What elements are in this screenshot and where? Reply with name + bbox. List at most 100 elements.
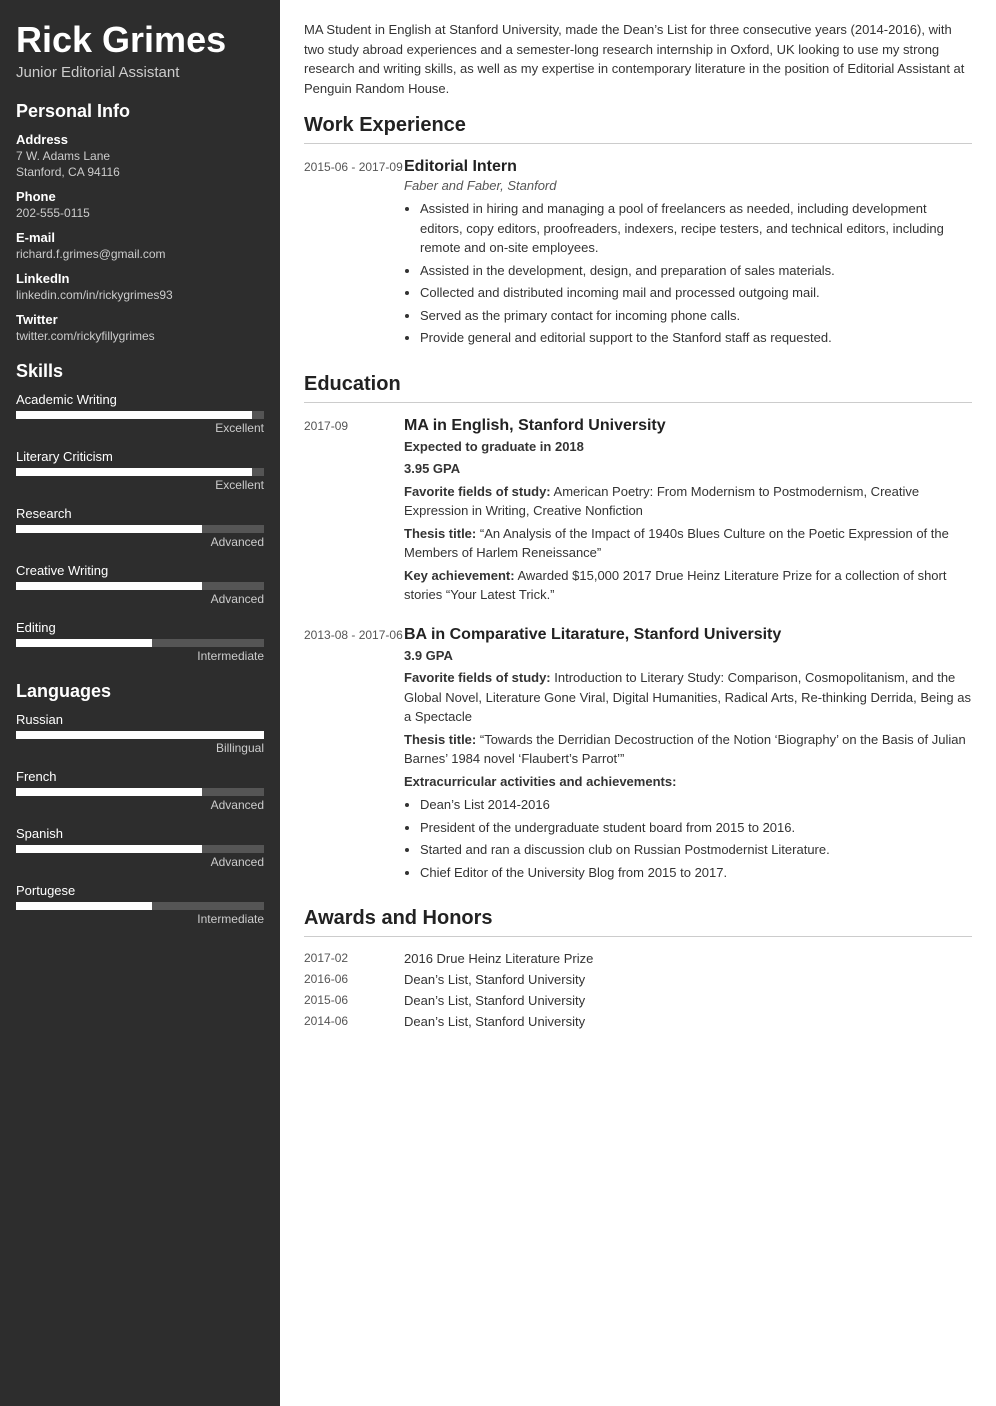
language-item: Portugese Intermediate xyxy=(16,883,264,926)
skill-level: Excellent xyxy=(16,478,264,492)
education-list: 2017-09 MA in English, Stanford Universi… xyxy=(304,417,972,886)
edu-thesis: Thesis title: “An Analysis of the Impact… xyxy=(404,524,972,563)
skill-item: Creative Writing Advanced xyxy=(16,563,264,606)
skill-item: Literary Criticism Excellent xyxy=(16,449,264,492)
edu-extracurricular-item: Started and ran a discussion club on Rus… xyxy=(420,840,972,860)
skill-level: Excellent xyxy=(16,421,264,435)
skill-item: Research Advanced xyxy=(16,506,264,549)
education-entry: 2017-09 MA in English, Stanford Universi… xyxy=(304,417,972,608)
edu-achievement: Key achievement: Awarded $15,000 2017 Dr… xyxy=(404,566,972,605)
award-row: 2017-02 2016 Drue Heinz Literature Prize xyxy=(304,951,972,966)
candidate-title: Junior Editorial Assistant xyxy=(16,64,264,81)
skill-bar-fill xyxy=(16,525,202,533)
skill-name: Creative Writing xyxy=(16,563,264,578)
skill-name: Literary Criticism xyxy=(16,449,264,464)
work-subtitle: Faber and Faber, Stanford xyxy=(404,178,972,193)
edu-date: 2013-08 - 2017-06 xyxy=(304,626,404,886)
award-date: 2015-06 xyxy=(304,993,404,1008)
language-name: French xyxy=(16,769,264,784)
language-level: Advanced xyxy=(16,855,264,869)
education-entry: 2013-08 - 2017-06 BA in Comparative Lita… xyxy=(304,626,972,886)
address-line1: 7 W. Adams Lane xyxy=(16,149,264,163)
language-bar-fill xyxy=(16,845,202,853)
work-experience-heading: Work Experience xyxy=(304,114,972,144)
address-line2: Stanford, CA 94116 xyxy=(16,165,264,179)
edu-thesis: Thesis title: “Towards the Derridian Dec… xyxy=(404,730,972,769)
awards-section: Awards and Honors 2017-02 2016 Drue Hein… xyxy=(304,907,972,1029)
main-content: MA Student in English at Stanford Univer… xyxy=(280,0,996,1406)
address-label: Address xyxy=(16,132,264,147)
work-bullet: Assisted in hiring and managing a pool o… xyxy=(420,199,972,258)
edu-title: MA in English, Stanford University xyxy=(404,417,972,435)
language-item: French Advanced xyxy=(16,769,264,812)
work-body: Editorial Intern Faber and Faber, Stanfo… xyxy=(404,158,972,351)
language-bar-fill xyxy=(16,788,202,796)
award-name: Dean’s List, Stanford University xyxy=(404,972,585,987)
email-value: richard.f.grimes@gmail.com xyxy=(16,247,264,261)
skill-name: Academic Writing xyxy=(16,392,264,407)
skill-bar-bg xyxy=(16,411,264,419)
edu-gpa: 3.95 GPA xyxy=(404,459,972,479)
skill-bar-bg xyxy=(16,582,264,590)
award-date: 2016-06 xyxy=(304,972,404,987)
edu-expected: Expected to graduate in 2018 xyxy=(404,437,972,457)
skills-heading: Skills xyxy=(16,361,264,382)
sidebar: Rick Grimes Junior Editorial Assistant P… xyxy=(0,0,280,1406)
skill-item: Academic Writing Excellent xyxy=(16,392,264,435)
award-name: Dean’s List, Stanford University xyxy=(404,1014,585,1029)
language-bar-bg xyxy=(16,902,264,910)
education-section: Education 2017-09 MA in English, Stanfor… xyxy=(304,373,972,886)
language-level: Advanced xyxy=(16,798,264,812)
personal-info-heading: Personal Info xyxy=(16,101,264,122)
skill-level: Advanced xyxy=(16,535,264,549)
language-name: Portugese xyxy=(16,883,264,898)
skill-bar-fill xyxy=(16,468,252,476)
phone-label: Phone xyxy=(16,189,264,204)
award-date: 2017-02 xyxy=(304,951,404,966)
languages-heading: Languages xyxy=(16,681,264,702)
award-row: 2014-06 Dean’s List, Stanford University xyxy=(304,1014,972,1029)
skill-bar-bg xyxy=(16,468,264,476)
summary-text: MA Student in English at Stanford Univer… xyxy=(304,20,972,98)
linkedin-label: LinkedIn xyxy=(16,271,264,286)
skill-bar-bg xyxy=(16,525,264,533)
skill-name: Editing xyxy=(16,620,264,635)
work-entry: 2015-06 - 2017-09 Editorial Intern Faber… xyxy=(304,158,972,351)
skill-bar-fill xyxy=(16,639,152,647)
language-bar-bg xyxy=(16,788,264,796)
edu-extracurricular-label: Extracurricular activities and achieveme… xyxy=(404,772,972,792)
language-bar-bg xyxy=(16,845,264,853)
award-name: 2016 Drue Heinz Literature Prize xyxy=(404,951,593,966)
edu-extracurricular-item: President of the undergraduate student b… xyxy=(420,818,972,838)
awards-list: 2017-02 2016 Drue Heinz Literature Prize… xyxy=(304,951,972,1029)
work-date: 2015-06 - 2017-09 xyxy=(304,158,404,351)
language-bar-bg xyxy=(16,731,264,739)
work-bullet: Provide general and editorial support to… xyxy=(420,328,972,348)
edu-title: BA in Comparative Litarature, Stanford U… xyxy=(404,626,972,644)
language-bar-fill xyxy=(16,902,152,910)
edu-gpa: 3.9 GPA xyxy=(404,646,972,666)
language-level: Intermediate xyxy=(16,912,264,926)
twitter-value: twitter.com/rickyfillygrimes xyxy=(16,329,264,343)
language-item: Spanish Advanced xyxy=(16,826,264,869)
phone-value: 202-555-0115 xyxy=(16,206,264,220)
education-heading: Education xyxy=(304,373,972,403)
skill-bar-fill xyxy=(16,582,202,590)
edu-fields: Favorite fields of study: American Poetr… xyxy=(404,482,972,521)
email-label: E-mail xyxy=(16,230,264,245)
skills-list: Academic Writing Excellent Literary Crit… xyxy=(16,392,264,663)
language-bar-fill xyxy=(16,731,264,739)
languages-list: Russian Billingual French Advanced Spani… xyxy=(16,712,264,926)
skill-item: Editing Intermediate xyxy=(16,620,264,663)
language-name: Russian xyxy=(16,712,264,727)
edu-fields: Favorite fields of study: Introduction t… xyxy=(404,668,972,727)
language-item: Russian Billingual xyxy=(16,712,264,755)
awards-heading: Awards and Honors xyxy=(304,907,972,937)
work-title: Editorial Intern xyxy=(404,158,972,176)
edu-extracurricular-item: Chief Editor of the University Blog from… xyxy=(420,863,972,883)
work-bullet: Collected and distributed incoming mail … xyxy=(420,283,972,303)
award-date: 2014-06 xyxy=(304,1014,404,1029)
twitter-label: Twitter xyxy=(16,312,264,327)
work-bullet: Served as the primary contact for incomi… xyxy=(420,306,972,326)
skill-name: Research xyxy=(16,506,264,521)
